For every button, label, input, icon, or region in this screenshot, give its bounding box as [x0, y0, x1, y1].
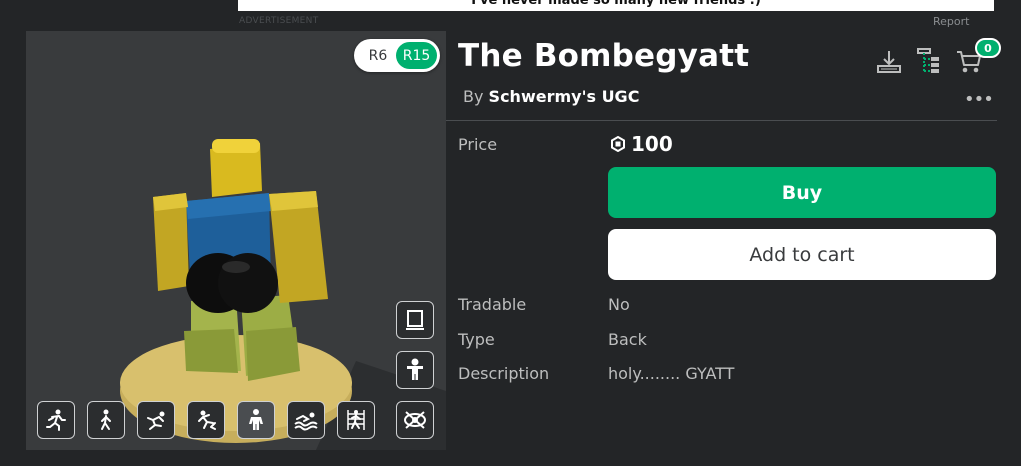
ad-banner[interactable]: I've never made so many new friends :) — [238, 0, 994, 11]
price-amount: 100 — [631, 132, 673, 156]
animation-swim-button[interactable] — [287, 401, 325, 439]
hide-icon — [404, 411, 426, 429]
ad-banner-text: I've never made so many new friends :) — [471, 0, 761, 8]
item-title: The Bombegyatt — [458, 38, 750, 74]
download-icon[interactable] — [876, 49, 902, 75]
animation-climb-button[interactable] — [187, 401, 225, 439]
divider — [446, 120, 997, 121]
creator-byline: By Schwermy's UGC — [463, 87, 639, 106]
climb-ladder-icon — [347, 410, 365, 430]
buy-button[interactable]: Buy — [608, 167, 996, 218]
fall-icon — [147, 411, 165, 430]
animation-walk-button[interactable] — [87, 401, 125, 439]
robux-icon — [611, 136, 625, 152]
tradable-value: No — [608, 295, 630, 314]
type-label: Type — [458, 330, 495, 349]
cart-count-badge: 0 — [975, 38, 1001, 58]
frame-icon — [406, 310, 424, 330]
climb-icon — [198, 410, 216, 430]
add-to-cart-button[interactable]: Add to cart — [608, 229, 996, 280]
rig-r6-option[interactable]: R6 — [363, 48, 393, 64]
hide-button[interactable] — [396, 401, 434, 439]
run-icon — [46, 409, 66, 431]
by-label: By — [463, 87, 484, 106]
price-label: Price — [458, 135, 498, 154]
idle-icon — [249, 409, 263, 430]
swim-icon — [294, 412, 318, 431]
rig-type-toggle[interactable]: R6 R15 — [354, 39, 440, 72]
animation-ladder-button[interactable] — [337, 401, 375, 439]
item-viewer[interactable]: R6 R15 — [26, 31, 446, 450]
avatar-pose-icon — [407, 358, 423, 380]
advertisement-label: ADVERTISEMENT — [239, 16, 319, 26]
animation-run-button[interactable] — [37, 401, 75, 439]
animation-fall-button[interactable] — [137, 401, 175, 439]
avatar-pose-button[interactable] — [396, 351, 434, 389]
type-value[interactable]: Back — [608, 330, 647, 349]
walk-icon — [101, 409, 111, 430]
description-label: Description — [458, 364, 550, 383]
rig-r15-option[interactable]: R15 — [396, 42, 437, 69]
description-value: holy........ GYATT — [608, 364, 735, 383]
report-link[interactable]: Report — [933, 15, 969, 28]
frame-button[interactable] — [396, 301, 434, 339]
more-options-icon[interactable]: ••• — [964, 89, 994, 110]
price-value: 100 — [610, 132, 673, 156]
avatar-preview — [120, 139, 446, 450]
hierarchy-icon[interactable] — [916, 47, 942, 75]
animation-idle-button[interactable] — [237, 401, 275, 439]
tradable-label: Tradable — [458, 295, 527, 314]
creator-link[interactable]: Schwermy's UGC — [489, 87, 640, 106]
